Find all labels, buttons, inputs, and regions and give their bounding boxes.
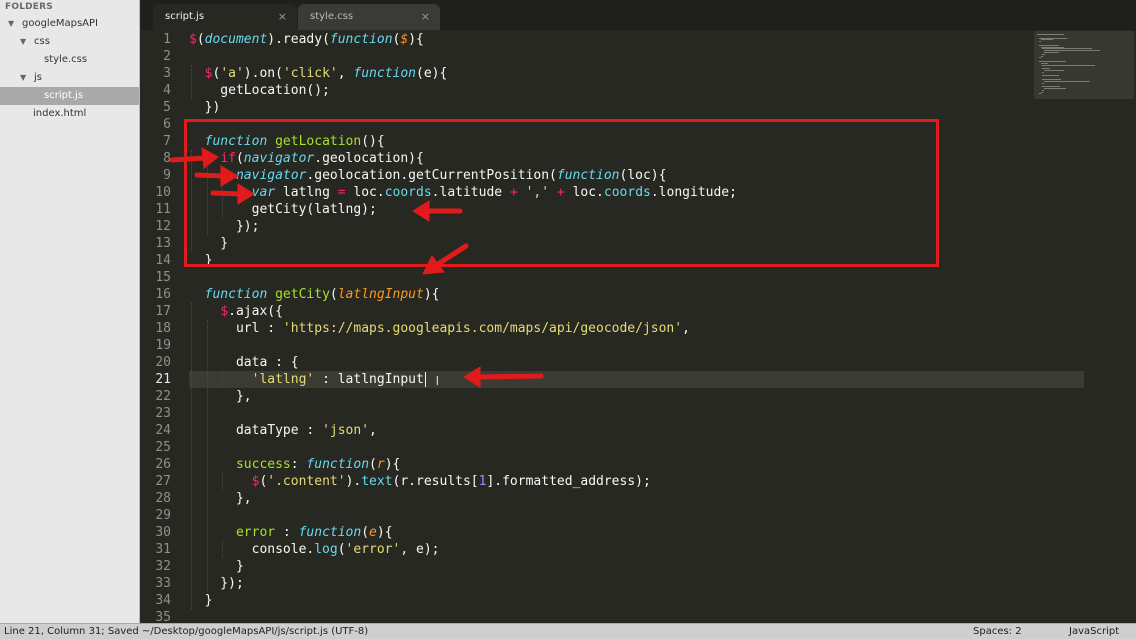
red-arrow-icon	[194, 165, 239, 187]
annotation-overlay	[169, 147, 544, 388]
red-arrow-icon	[463, 366, 544, 388]
indentation-setting[interactable]: Spaces: 2	[973, 624, 1022, 639]
red-arrow-icon	[412, 200, 463, 222]
status-bar: Line 21, Column 31; Saved ~/Desktop/goog…	[0, 623, 1136, 639]
syntax-selector[interactable]: JavaScript	[1069, 624, 1119, 639]
red-arrow-icon	[169, 147, 219, 169]
status-text: Line 21, Column 31; Saved ~/Desktop/goog…	[4, 626, 369, 637]
red-arrow-icon	[422, 243, 469, 275]
red-arrow-icon	[210, 183, 255, 205]
